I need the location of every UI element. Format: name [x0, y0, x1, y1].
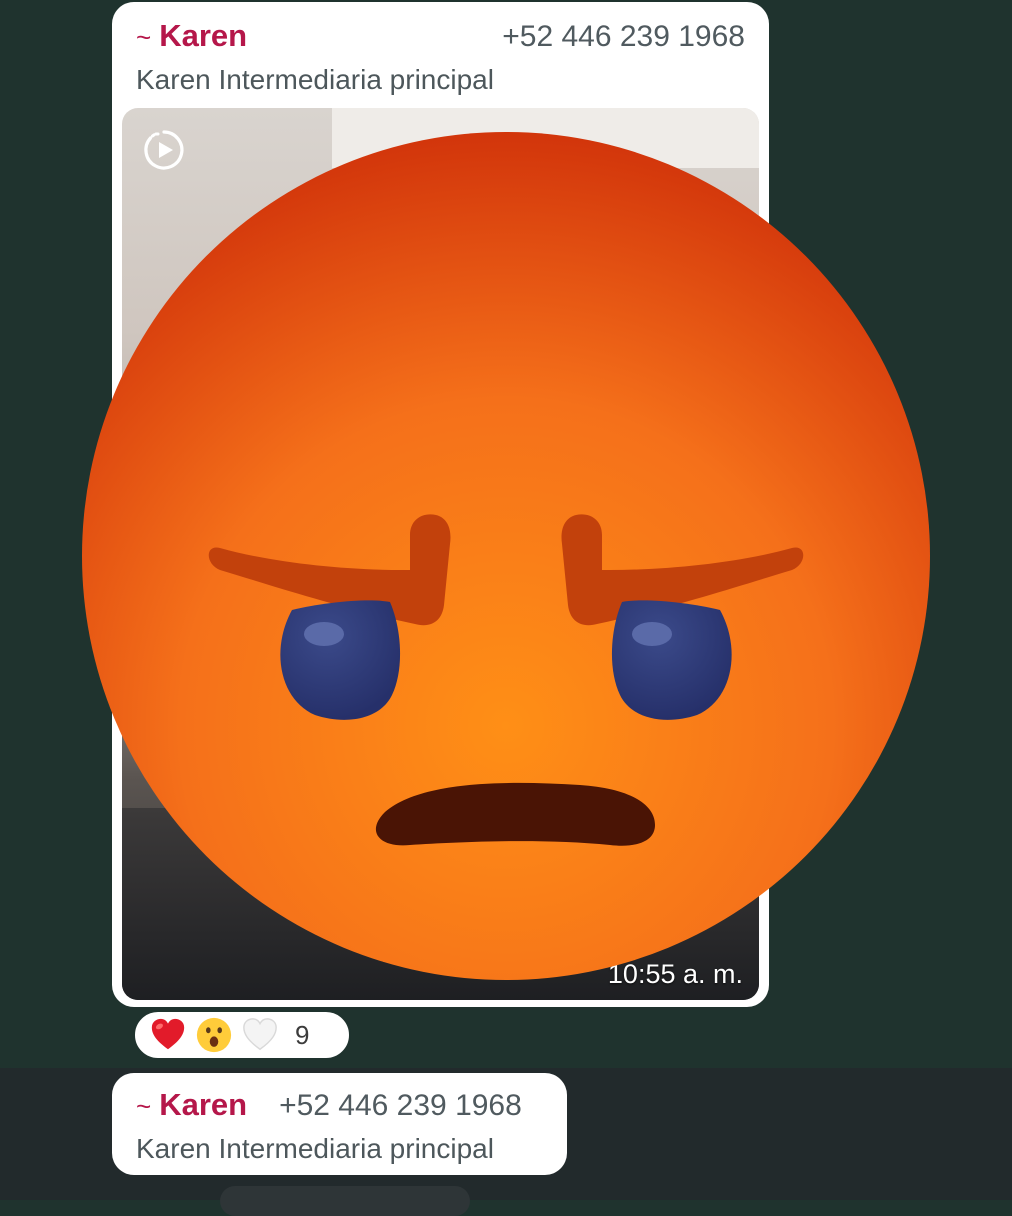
sender-description-2: Karen Intermediaria principal: [136, 1133, 494, 1164]
reactions-bar[interactable]: 9: [133, 1010, 351, 1060]
red-heart-icon: [151, 1018, 185, 1050]
white-heart-icon: [243, 1018, 277, 1051]
sender-name[interactable]: ~ Karen: [136, 18, 247, 54]
astonished-face-icon: [196, 1017, 232, 1053]
sender-header-2: ~ Karen +52 446 239 1968: [136, 1087, 543, 1123]
message-bubble-2[interactable]: ~ Karen +52 446 239 1968 Karen Intermedia…: [112, 1073, 567, 1175]
sender-name-2[interactable]: ~ Karen: [136, 1087, 247, 1123]
angry-face-emoji-icon: [82, 132, 930, 980]
sender-phone-2[interactable]: +52 446 239 1968: [279, 1089, 522, 1123]
partial-element: [220, 1186, 470, 1216]
sender-header: ~ Karen +52 446 239 1968: [136, 18, 745, 54]
sender-description: Karen Intermediaria principal: [136, 64, 494, 95]
sender-phone[interactable]: +52 446 239 1968: [502, 20, 745, 54]
reaction-count: 9: [295, 1019, 310, 1050]
